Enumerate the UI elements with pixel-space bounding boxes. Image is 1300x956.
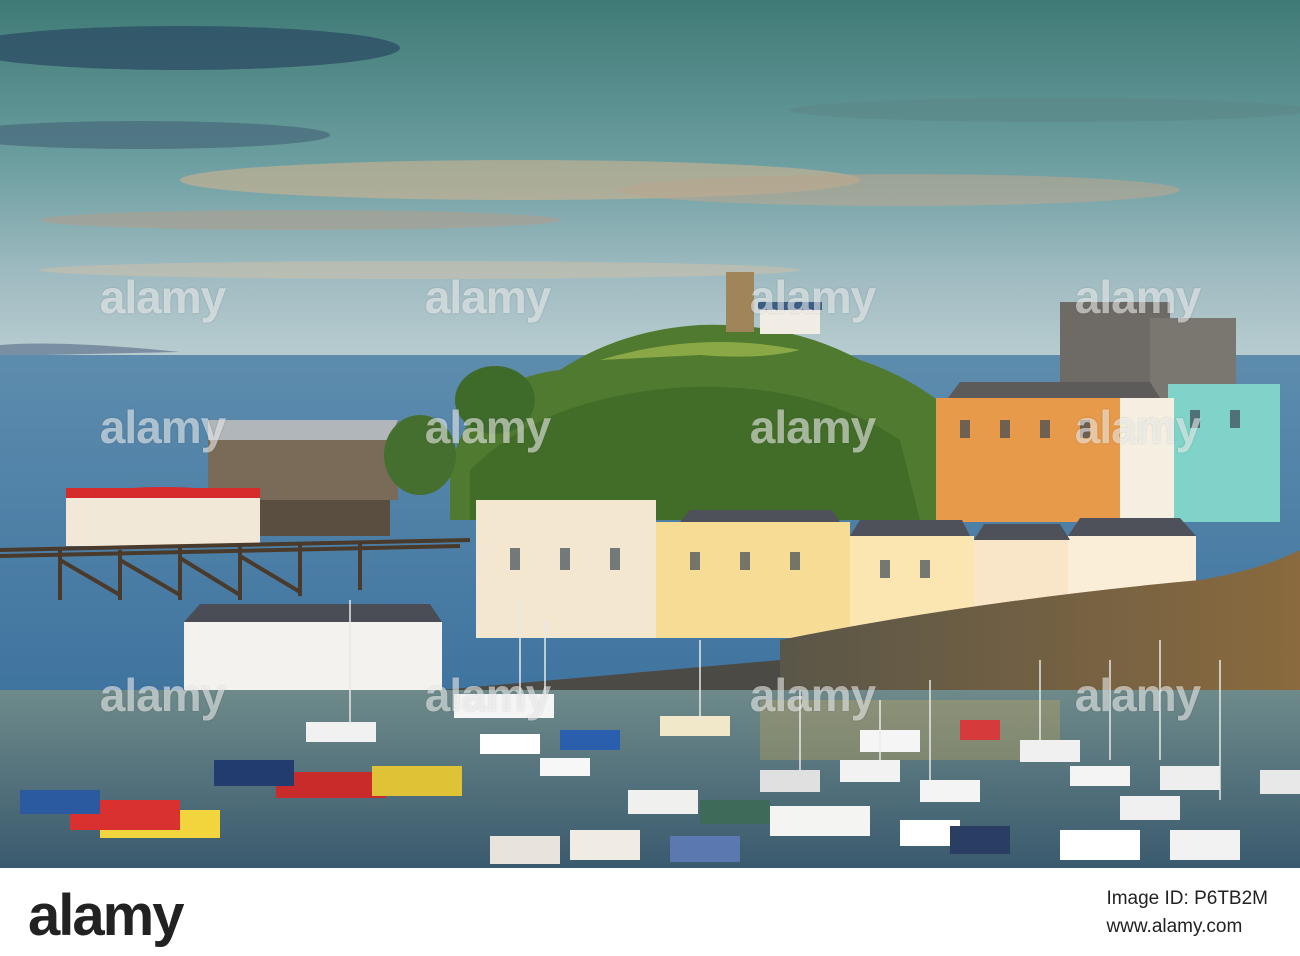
lifeboat-station-old [66, 487, 260, 546]
harbour-scene [0, 0, 1300, 868]
alamy-logo: alamy [28, 883, 184, 948]
ruined-tower [726, 272, 754, 332]
lookout-building [760, 308, 820, 334]
trees [455, 366, 535, 434]
site-url: www.alamy.com [1106, 916, 1243, 937]
stock-photo: alamy alamy alamy alamy alamy alamy alam… [0, 0, 1300, 868]
quay-building [184, 622, 442, 692]
footer-bar: alamy Image ID: P6TB2M www.alamy.com [0, 868, 1300, 956]
image-id: Image ID: P6TB2M [1106, 888, 1268, 909]
image-meta: Image ID: P6TB2M www.alamy.com [1106, 888, 1268, 938]
